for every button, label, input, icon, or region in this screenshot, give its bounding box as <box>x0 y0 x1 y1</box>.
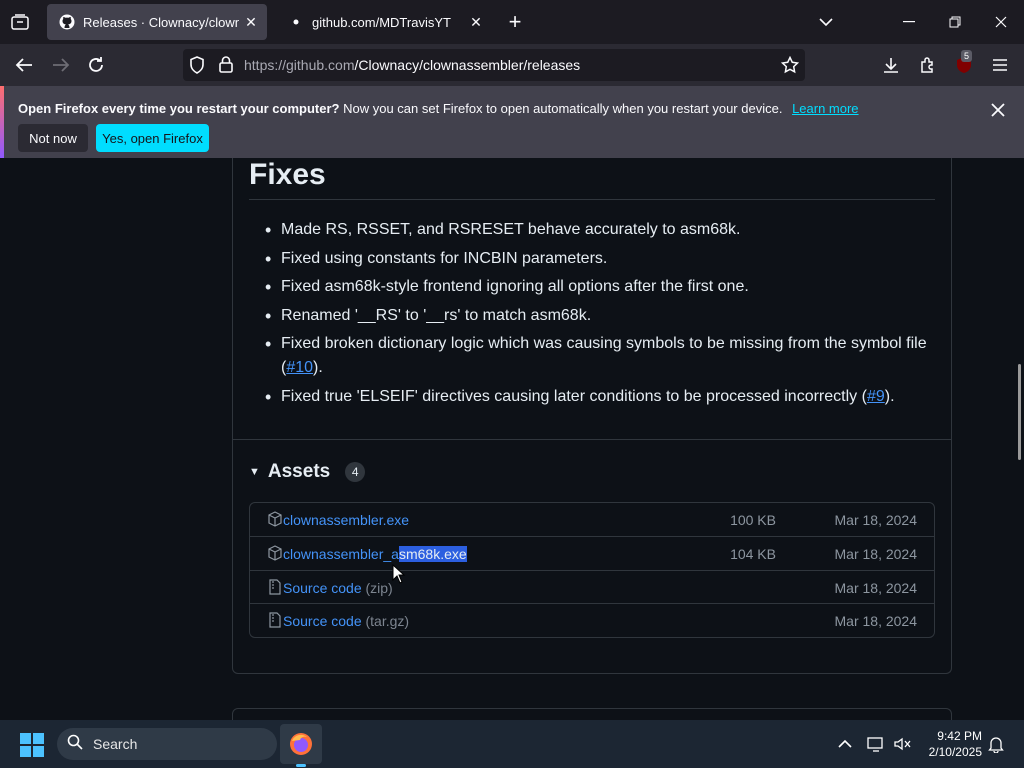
tab-title: Releases · Clownacy/clownasse <box>83 14 239 30</box>
network-icon[interactable] <box>866 734 886 754</box>
file-zip-icon <box>267 612 283 628</box>
table-row: clownassembler_asm68k.exe 104 KB Mar 18,… <box>250 536 934 569</box>
url-text[interactable]: https://github.com/Clownacy/clownassembl… <box>244 57 580 73</box>
search-icon <box>67 734 83 755</box>
firefox-taskbar-icon[interactable] <box>280 724 322 764</box>
extensions-icon[interactable] <box>914 52 942 78</box>
restore-icon[interactable] <box>943 10 967 34</box>
tab-mdtravisyt[interactable]: github.com/MDTravisYT ✕ <box>276 4 492 40</box>
clock-date: 2/10/2025 <box>928 745 982 759</box>
fixes-heading: Fixes <box>249 158 326 191</box>
package-icon <box>267 511 283 527</box>
list-item: Fixed using constants for INCBIN paramet… <box>265 247 935 271</box>
forward-arrow-icon[interactable] <box>47 52 75 78</box>
asset-link[interactable]: clownassembler.exe <box>283 512 409 528</box>
package-icon <box>267 545 283 561</box>
bookmark-star-icon[interactable] <box>780 55 800 79</box>
url-host: https://github.com <box>244 57 355 73</box>
back-arrow-icon[interactable] <box>10 52 38 78</box>
notification-message: Open Firefox every time you restart your… <box>18 101 859 116</box>
close-icon[interactable] <box>986 98 1010 122</box>
system-clock[interactable]: 9:42 PM 2/10/2025 <box>922 728 982 760</box>
url-path: /Clownacy/clownassembler/releases <box>354 57 581 73</box>
notification-text: Now you can set Firefox to open automati… <box>343 101 783 116</box>
list-item: Fixed broken dictionary logic which was … <box>265 332 935 380</box>
minimize-icon[interactable] <box>897 10 921 34</box>
windows-start-icon[interactable] <box>20 733 44 757</box>
ublock-count-badge: 5 <box>961 50 973 62</box>
divider <box>249 199 935 200</box>
divider <box>233 439 951 440</box>
new-tab-icon[interactable]: + <box>503 9 527 34</box>
github-icon <box>59 14 75 30</box>
lock-icon[interactable] <box>219 56 233 78</box>
mouse-pointer-icon <box>392 563 406 584</box>
shield-icon[interactable] <box>189 56 205 79</box>
table-row: Source code (tar.gz) Mar 18, 2024 <box>250 603 934 636</box>
asset-date: Mar 18, 2024 <box>834 512 918 528</box>
notification-title: Open Firefox every time you restart your… <box>18 101 340 116</box>
close-window-icon[interactable] <box>989 10 1013 34</box>
assets-toggle[interactable]: ▼ Assets 4 <box>249 461 366 483</box>
asset-date: Mar 18, 2024 <box>834 546 918 562</box>
learn-more-link[interactable]: Learn more <box>792 101 858 116</box>
tab-title: github.com/MDTravisYT <box>312 14 451 30</box>
caret-down-icon: ▼ <box>249 466 260 478</box>
table-row: clownassembler.exe 100 KB Mar 18, 2024 <box>250 503 934 536</box>
asset-link[interactable]: clownassembler_asm68k.exe <box>283 546 467 562</box>
volume-muted-icon[interactable] <box>892 734 912 754</box>
tab-bar: Releases · Clownacy/clownasse ✕ github.c… <box>0 0 1024 44</box>
clock-time: 9:42 PM <box>937 729 982 743</box>
fixes-list: Made RS, RSSET, and RSRESET behave accur… <box>265 218 935 413</box>
assets-heading: Assets <box>267 461 331 482</box>
asset-size: 104 KB <box>730 546 776 562</box>
assets-table: clownassembler.exe 100 KB Mar 18, 2024 c… <box>249 502 935 638</box>
downloads-icon[interactable] <box>877 52 905 78</box>
tab-close-icon[interactable]: ✕ <box>239 10 263 34</box>
default-browser-notification: Open Firefox every time you restart your… <box>0 86 1024 158</box>
chevron-down-icon[interactable] <box>814 10 838 34</box>
list-item: Fixed asm68k-style frontend ignoring all… <box>265 275 935 299</box>
file-zip-icon <box>267 579 283 595</box>
tab-list-icon[interactable] <box>8 10 32 34</box>
navigation-bar: https://github.com/Clownacy/clownassembl… <box>0 44 1024 86</box>
asset-date: Mar 18, 2024 <box>834 613 918 629</box>
reload-icon[interactable] <box>82 52 110 78</box>
chevron-up-icon[interactable] <box>835 734 855 754</box>
list-item: Made RS, RSSET, and RSRESET behave accur… <box>265 218 935 242</box>
notification-bell-icon[interactable] <box>986 734 1006 754</box>
asset-date: Mar 18, 2024 <box>834 580 918 596</box>
table-row: Source code (zip) Mar 18, 2024 <box>250 570 934 603</box>
windows-taskbar: Search 9:42 PM 2/10/2025 <box>0 720 1024 768</box>
selected-text: sm68k.exe <box>398 546 467 562</box>
scrollbar-thumb[interactable] <box>1018 364 1021 460</box>
hamburger-menu-icon[interactable] <box>986 52 1014 78</box>
next-release-card <box>232 708 952 720</box>
page-content: Fixes Made RS, RSSET, and RSRESET behave… <box>0 158 1024 720</box>
taskbar-search[interactable]: Search <box>57 728 277 760</box>
not-now-button[interactable]: Not now <box>18 124 88 152</box>
asset-link[interactable]: Source code (tar.gz) <box>283 613 409 629</box>
issue-link[interactable]: #9 <box>867 388 885 405</box>
url-bar[interactable]: https://github.com/Clownacy/clownassembl… <box>183 49 805 81</box>
dot-icon <box>288 14 304 30</box>
firefox-window: Releases · Clownacy/clownasse ✕ github.c… <box>0 0 1024 720</box>
list-item: Renamed '__RS' to '__rs' to match asm68k… <box>265 304 935 328</box>
yes-open-firefox-button[interactable]: Yes, open Firefox <box>96 124 209 152</box>
issue-link[interactable]: #10 <box>286 359 313 376</box>
active-app-indicator <box>296 764 306 767</box>
asset-link[interactable]: Source code (zip) <box>283 580 393 596</box>
tab-releases[interactable]: Releases · Clownacy/clownasse ✕ <box>47 4 267 40</box>
asset-size: 100 KB <box>730 512 776 528</box>
tab-close-icon[interactable]: ✕ <box>464 10 488 34</box>
assets-count-badge: 4 <box>345 462 366 482</box>
search-placeholder: Search <box>93 736 138 752</box>
list-item: Fixed true 'ELSEIF' directives causing l… <box>265 385 935 409</box>
